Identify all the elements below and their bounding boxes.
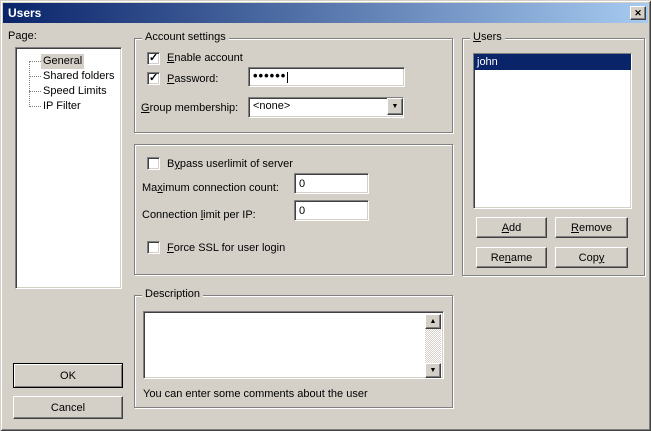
conn-limit-ip-label: Connection limit per IP: (142, 209, 256, 221)
tree-connector (29, 61, 41, 62)
window-title: Users (8, 3, 41, 23)
remove-button-label: Remove (571, 222, 612, 234)
add-button-label: Add (502, 222, 522, 234)
description-scrollbar[interactable]: ▲ ▼ (425, 314, 441, 378)
description-caption: You can enter some comments about the us… (143, 388, 368, 400)
copy-button[interactable]: Copy (555, 247, 628, 268)
tree-connector (29, 106, 41, 107)
group-membership-label: Group membership: (141, 102, 238, 114)
scroll-down-button[interactable]: ▼ (425, 363, 441, 378)
scroll-up-button[interactable]: ▲ (425, 314, 441, 329)
group-membership-select[interactable]: <none> ▼ (248, 97, 404, 118)
description-group: Description ▲ ▼ You can enter some comme… (134, 295, 453, 408)
users-dialog: Users ✕ Page: General Shared folders Spe… (0, 0, 651, 431)
users-group-title: Users (470, 31, 505, 43)
enable-account-checkbox[interactable]: ✓ (147, 52, 160, 65)
description-textarea[interactable]: ▲ ▼ (143, 311, 444, 379)
bypass-userlimit-label[interactable]: Bypass userlimit of server (167, 158, 293, 170)
tree-connector (29, 91, 41, 92)
close-button[interactable]: ✕ (630, 6, 646, 20)
tree-connector (29, 76, 41, 77)
bypass-userlimit-checkbox[interactable] (147, 157, 160, 170)
max-connections-label: Maximum connection count: (142, 182, 279, 194)
tree-item-label[interactable]: IP Filter (41, 99, 83, 114)
account-settings-group: Account settings ✓ Enable account ✓ Pass… (134, 38, 453, 133)
page-label: Page: (8, 30, 37, 42)
rename-button[interactable]: Rename (476, 247, 547, 268)
page-item-shared-folders[interactable]: Shared folders (18, 69, 118, 84)
tree-item-label[interactable]: General (41, 54, 84, 69)
max-connections-input[interactable] (294, 173, 369, 194)
rename-button-label: Rename (491, 252, 533, 264)
remove-button[interactable]: Remove (555, 217, 628, 238)
chevron-down-icon: ▼ (392, 103, 399, 110)
close-icon: ✕ (634, 8, 642, 18)
copy-button-label: Copy (579, 252, 605, 264)
scroll-down-icon: ▼ (430, 367, 437, 374)
cancel-button[interactable]: Cancel (13, 396, 123, 419)
password-checkbox[interactable]: ✓ (147, 72, 160, 85)
combo-dropdown-button[interactable]: ▼ (387, 98, 403, 115)
text-caret (287, 72, 288, 83)
account-settings-title: Account settings (142, 31, 229, 43)
title-bar[interactable]: Users (3, 3, 648, 23)
user-name: john (477, 56, 498, 68)
page-item-ip-filter[interactable]: IP Filter (18, 99, 118, 114)
page-tree[interactable]: General Shared folders Speed Limits IP F… (15, 47, 122, 289)
page-item-general[interactable]: General (18, 54, 118, 69)
tree-item-label[interactable]: Shared folders (41, 69, 117, 84)
check-icon: ✓ (149, 51, 158, 64)
scroll-up-icon: ▲ (430, 318, 437, 325)
password-label: Password: (167, 73, 218, 85)
conn-limit-ip-input[interactable] (294, 200, 369, 221)
user-list-item[interactable]: john (474, 54, 631, 70)
force-ssl-checkbox[interactable] (147, 241, 160, 254)
enable-account-label[interactable]: Enable account (167, 52, 243, 64)
password-value: •••••• (253, 68, 286, 83)
description-title: Description (142, 288, 203, 300)
cancel-button-label: Cancel (51, 402, 85, 414)
force-ssl-label[interactable]: Force SSL for user login (167, 242, 285, 254)
tree-item-label[interactable]: Speed Limits (41, 84, 109, 99)
ok-button-label: OK (60, 370, 76, 382)
limits-group: Bypass userlimit of server Maximum conne… (134, 144, 453, 275)
check-icon: ✓ (149, 71, 158, 84)
page-item-speed-limits[interactable]: Speed Limits (18, 84, 118, 99)
ok-button[interactable]: OK (13, 363, 123, 388)
users-listbox[interactable]: john (473, 53, 632, 209)
add-button[interactable]: Add (476, 217, 547, 238)
password-input[interactable]: •••••• (248, 67, 405, 87)
users-group: Users john Add Remove Rename Copy (462, 38, 645, 276)
group-membership-value: <none> (253, 98, 290, 115)
